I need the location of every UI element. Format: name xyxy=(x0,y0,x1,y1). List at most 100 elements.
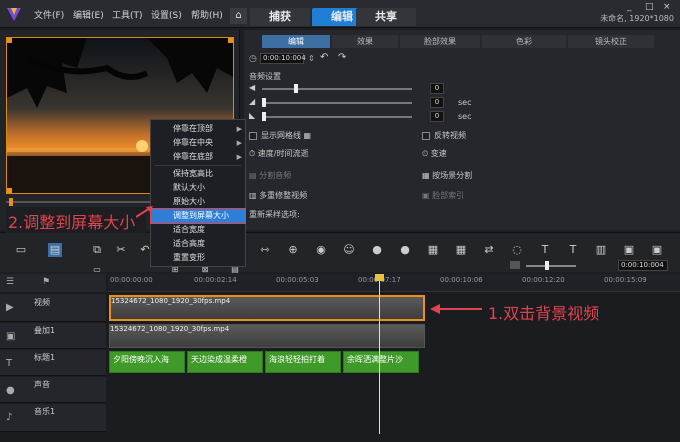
split-audio-row[interactable]: ▤ 分割音频 xyxy=(249,170,291,181)
rotate-right-icon[interactable]: ↷ xyxy=(338,52,346,63)
tab-share[interactable]: 共享 xyxy=(356,8,416,26)
ctx-dock-center[interactable]: 停靠在中央 ▶ xyxy=(151,136,245,150)
tool-icon[interactable]: ▥ xyxy=(594,243,608,257)
storyboard-view-icon[interactable]: ▭ xyxy=(14,243,28,257)
scene-split-row[interactable]: ▦ 按场景分割 xyxy=(422,170,472,181)
tool-icon[interactable]: T xyxy=(566,243,580,257)
duration-field[interactable]: 0:00:10:004 xyxy=(260,53,306,64)
video-clip-label: 15324672_1080_1920_30fps.mp4 xyxy=(111,297,231,305)
resample-label: 重新采样选项: xyxy=(249,210,300,219)
face-index-row[interactable]: ▣ 脸部索引 xyxy=(422,190,464,201)
show-grid-row[interactable]: 显示网格线 ▦ xyxy=(249,130,311,141)
track-head-title[interactable]: T 标题1 xyxy=(0,350,106,376)
fade-out-value[interactable]: 0 xyxy=(430,111,444,122)
context-menu: 停靠在顶部 ▶ 停靠在中央 ▶ 停靠在底部 ▶ 保持宽高比 默认大小 原始大小 调整到… xyxy=(150,119,246,267)
home-tab[interactable]: ⌂ xyxy=(230,8,247,24)
track-head-overlay[interactable]: ▣ 叠加1 xyxy=(0,323,106,349)
show-grid-label: 显示网格线 xyxy=(261,131,301,140)
zoom-knob[interactable] xyxy=(545,261,549,270)
playhead-marker[interactable] xyxy=(375,274,384,281)
track-head-music[interactable]: ♪ 音乐1 xyxy=(0,404,106,432)
tool-icon[interactable]: ▣ xyxy=(650,243,664,257)
ctx-original-size[interactable]: 原始大小 xyxy=(151,195,245,209)
ctx-keep-aspect[interactable]: 保持宽高比 xyxy=(151,167,245,181)
timeline-ruler[interactable]: 00:00:00:00 00:00:02:14 00:00:05:03 00:0… xyxy=(108,274,680,292)
ctx-reset-transform[interactable]: 重置变形 xyxy=(151,251,245,265)
menu-tools[interactable]: 工具(T) xyxy=(112,8,143,21)
ctx-fit-to-screen[interactable]: 调整到屏幕大小 xyxy=(150,208,246,224)
tool-icon[interactable]: ▦ xyxy=(454,243,468,257)
timeline-view-icon[interactable]: ▤ xyxy=(48,243,62,257)
track-manager-icon[interactable]: ☰ xyxy=(6,277,14,287)
tab-capture[interactable]: 捕获 xyxy=(250,8,310,26)
clock-icon: ◷ xyxy=(249,54,257,64)
tool-icon[interactable]: ● xyxy=(370,243,384,257)
playhead[interactable] xyxy=(379,274,380,434)
menu-help[interactable]: 帮助(H) xyxy=(191,8,223,21)
speed-row[interactable]: ⏱ 速度/时间流逝 xyxy=(249,148,309,159)
reverse-row[interactable]: 反转视频 xyxy=(422,130,466,141)
tool-icon[interactable]: ● xyxy=(398,243,412,257)
ctx-dock-top[interactable]: 停靠在顶部 ▶ xyxy=(151,122,245,136)
tool-icon[interactable]: ⇄ xyxy=(482,243,496,257)
opt-tab-face-effect[interactable]: 脸部效果 xyxy=(400,35,480,48)
ctx-default-size[interactable]: 默认大小 xyxy=(151,181,245,195)
track-name: 标题1 xyxy=(34,353,56,362)
volume-knob[interactable] xyxy=(294,84,298,93)
menu-edit[interactable]: 编辑(E) xyxy=(73,8,104,21)
title-clip[interactable]: 余晖洒满整片沙 xyxy=(343,351,419,373)
tool-icon[interactable]: ⇿ xyxy=(258,243,272,257)
tool-icon[interactable]: ▦ xyxy=(426,243,440,257)
tool-icon[interactable]: ⧉ xyxy=(90,243,104,257)
maximize-button[interactable]: □ xyxy=(645,2,654,12)
menu-settings[interactable]: 设置(S) xyxy=(151,8,182,21)
fade-in-knob[interactable] xyxy=(262,98,266,107)
opt-tab-color[interactable]: 色彩 xyxy=(482,35,566,48)
ctx-fit-height[interactable]: 适合高度 xyxy=(151,237,245,251)
resize-handle[interactable] xyxy=(7,188,12,193)
title-clip[interactable]: 海浪轻轻拍打着 xyxy=(265,351,341,373)
ctx-dock-bottom[interactable]: 停靠在底部 ▶ xyxy=(151,150,245,164)
fade-out-knob[interactable] xyxy=(262,112,266,121)
close-button[interactable]: × xyxy=(663,2,671,12)
multi-trim-row[interactable]: ▥ 多重修整视频 xyxy=(249,190,307,201)
tool-icon[interactable]: T xyxy=(538,243,552,257)
tool-icon[interactable]: ◌ xyxy=(510,243,524,257)
minimize-button[interactable]: _ xyxy=(627,2,632,12)
duration-stepper-icon[interactable]: ⇕ xyxy=(308,54,315,63)
overlay-clip[interactable]: 15324672_1080_1920_30fps.mp4 xyxy=(109,324,425,348)
rotate-left-icon[interactable]: ↶ xyxy=(320,52,328,63)
tool-icon[interactable]: ▣ xyxy=(622,243,636,257)
show-grid-checkbox[interactable] xyxy=(249,131,257,140)
record-icon[interactable]: ◉ xyxy=(314,243,328,257)
opt-tab-edit[interactable]: 编辑 xyxy=(262,35,330,48)
menu-file[interactable]: 文件(F) xyxy=(34,8,64,21)
zoom-slider[interactable] xyxy=(526,265,576,267)
title-clip[interactable]: 夕阳傍晚沉入海 xyxy=(109,351,185,373)
ctx-fit-width[interactable]: 适合宽度 xyxy=(151,223,245,237)
scrub-handle[interactable] xyxy=(9,198,13,206)
resize-handle[interactable] xyxy=(7,38,12,43)
volume-icon: ◀ xyxy=(249,83,256,92)
tool-icon[interactable]: ☺ xyxy=(342,243,356,257)
title-clip[interactable]: 天边染成温柔橙 xyxy=(187,351,263,373)
volume-slider[interactable] xyxy=(262,88,412,90)
volume-value[interactable]: 0 xyxy=(430,83,444,94)
fade-in-value[interactable]: 0 xyxy=(430,97,444,108)
tool-icon[interactable]: ⊕ xyxy=(286,243,300,257)
zoom-out-icon[interactable] xyxy=(510,261,520,269)
video-clip[interactable]: 15324672_1080_1920_30fps.mp4 xyxy=(109,295,425,321)
variable-speed-row[interactable]: ⏲ 变速 xyxy=(422,148,447,159)
timeline-timecode[interactable]: 0:00:10:004 xyxy=(618,260,668,271)
resize-handle[interactable] xyxy=(228,38,233,43)
reverse-checkbox[interactable] xyxy=(422,131,430,140)
tool-icon[interactable]: ✂ xyxy=(114,243,128,257)
opt-tab-lens[interactable]: 镜头校正 xyxy=(568,35,654,48)
track-name: 视频 xyxy=(34,298,50,307)
fade-out-slider[interactable] xyxy=(262,116,412,118)
track-head-voice[interactable]: ● 声音 xyxy=(0,377,106,403)
opt-tab-effect[interactable]: 效果 xyxy=(332,35,398,48)
track-head-video[interactable]: ▶ 视频 xyxy=(0,294,106,322)
fade-in-slider[interactable] xyxy=(262,102,412,104)
chapter-icon[interactable]: ⚑ xyxy=(42,277,50,287)
